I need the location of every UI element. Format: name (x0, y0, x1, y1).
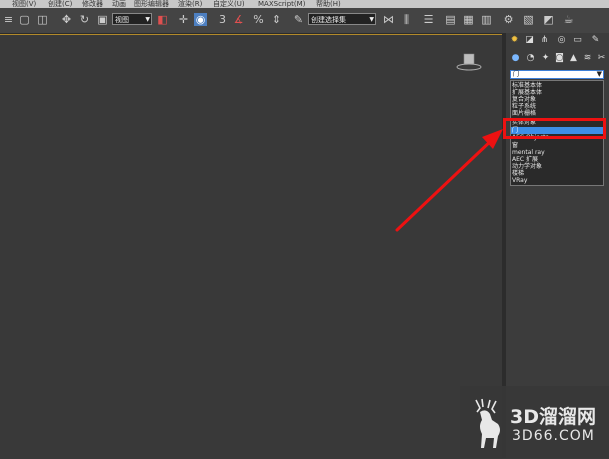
watermark-url: 3D66.COM (512, 428, 595, 444)
watermark-title: 3D溜溜网 (510, 406, 596, 428)
deer-logo-icon (475, 398, 500, 448)
